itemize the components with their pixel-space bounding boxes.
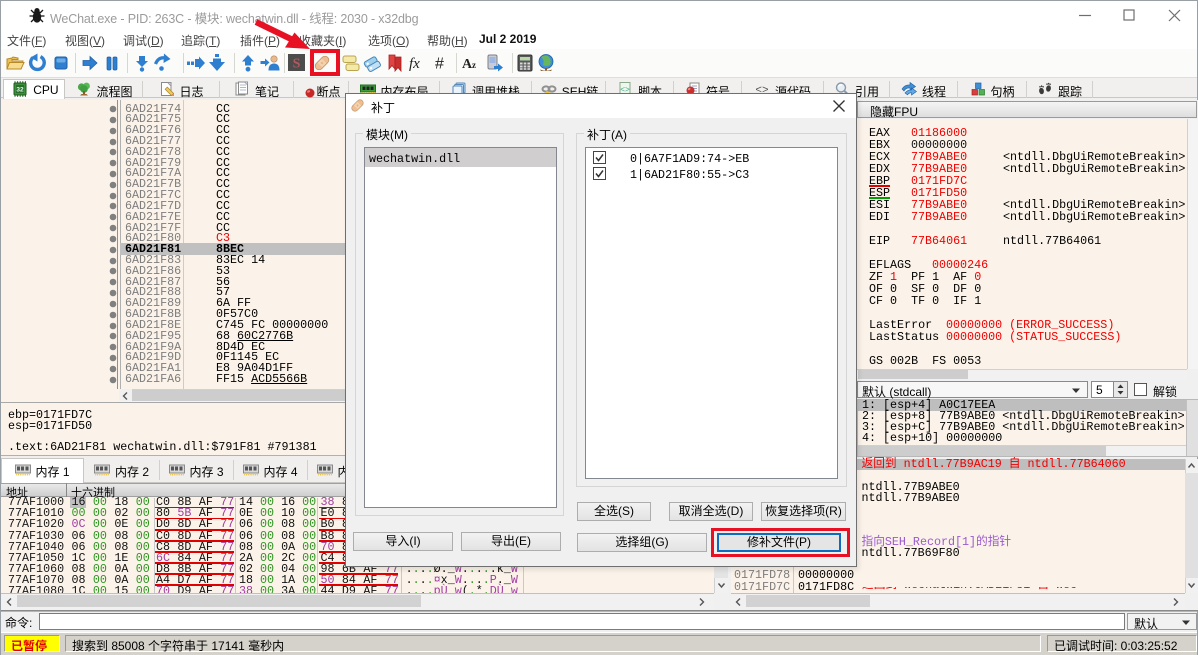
svg-text:z: z <box>472 60 476 70</box>
svg-text:fx: fx <box>409 56 420 72</box>
svg-text:32: 32 <box>17 87 25 94</box>
svg-text:#: # <box>435 56 444 73</box>
svg-text:S: S <box>293 57 301 72</box>
